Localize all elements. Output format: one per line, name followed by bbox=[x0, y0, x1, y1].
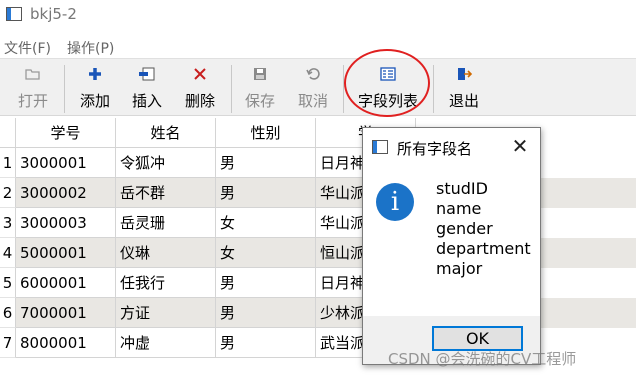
field-name: studID bbox=[436, 179, 488, 198]
field-names-dialog: 所有字段名 ✕ i studID name gender department … bbox=[362, 127, 541, 365]
column-header[interactable]: 姓名 bbox=[116, 118, 216, 148]
cell-id[interactable]: 8000001 bbox=[16, 328, 116, 358]
column-header[interactable]: 性别 bbox=[216, 118, 316, 148]
insert-label: 插入 bbox=[131, 92, 162, 110]
row-header[interactable]: 7 bbox=[0, 328, 16, 358]
cell-name[interactable]: 冲虚 bbox=[116, 328, 216, 358]
row-header[interactable]: 6 bbox=[0, 298, 16, 328]
table-corner[interactable] bbox=[0, 118, 16, 148]
field-name-list: studID name gender department major bbox=[436, 179, 531, 279]
toolbar-separator bbox=[64, 65, 65, 113]
row-header[interactable]: 1 bbox=[0, 148, 16, 178]
cell-name[interactable]: 方证 bbox=[116, 298, 216, 328]
info-icon: i bbox=[376, 183, 414, 221]
table-row[interactable]: 7000001 方证 男 少林派 bbox=[16, 298, 636, 328]
cell-gender[interactable]: 男 bbox=[216, 328, 316, 358]
row-header[interactable]: 2 bbox=[0, 178, 16, 208]
cell-id[interactable]: 3000003 bbox=[16, 208, 116, 238]
save-button[interactable]: 保存 bbox=[237, 63, 283, 113]
open-label: 打开 bbox=[17, 92, 48, 110]
cell-gender[interactable]: 男 bbox=[216, 268, 316, 298]
save-disk-icon bbox=[237, 66, 283, 88]
toolbar-separator bbox=[231, 65, 232, 113]
app-icon bbox=[6, 7, 22, 21]
dialog-body: i studID name gender department major bbox=[363, 166, 540, 316]
row-header[interactable]: 4 bbox=[0, 238, 16, 268]
exit-door-icon bbox=[441, 66, 487, 88]
dialog-title: 所有字段名 bbox=[397, 140, 473, 158]
cell-gender[interactable]: 男 bbox=[216, 178, 316, 208]
cell-id[interactable]: 5000001 bbox=[16, 238, 116, 268]
undo-icon bbox=[290, 66, 336, 88]
table-row[interactable]: 3000003 岳灵珊 女 华山派 bbox=[16, 208, 636, 238]
cell-gender[interactable]: 男 bbox=[216, 148, 316, 178]
cancel-button[interactable]: 取消 bbox=[290, 63, 336, 113]
insert-row-icon bbox=[124, 66, 170, 88]
insert-button[interactable]: 插入 bbox=[124, 63, 170, 113]
delete-label: 删除 bbox=[184, 92, 215, 110]
cell-id[interactable]: 6000001 bbox=[16, 268, 116, 298]
row-header[interactable]: 5 bbox=[0, 268, 16, 298]
table-row[interactable]: 3000002 岳不群 男 华山派 bbox=[16, 178, 636, 208]
cell-id[interactable]: 3000002 bbox=[16, 178, 116, 208]
exit-button[interactable]: 退出 bbox=[441, 63, 487, 113]
menu-bar: 文件(F) 操作(P) bbox=[0, 36, 636, 58]
add-button[interactable]: 添加 bbox=[72, 63, 118, 113]
cancel-label: 取消 bbox=[297, 92, 328, 110]
table-row[interactable]: 6000001 任我行 男 日月神 bbox=[16, 268, 636, 298]
add-label: 添加 bbox=[79, 92, 110, 110]
cell-name[interactable]: 令狐冲 bbox=[116, 148, 216, 178]
dialog-app-icon bbox=[372, 140, 388, 154]
menu-file[interactable]: 文件(F) bbox=[4, 38, 51, 58]
cell-gender[interactable]: 男 bbox=[216, 298, 316, 328]
folder-open-icon bbox=[10, 66, 56, 88]
delete-x-icon bbox=[177, 66, 223, 88]
cell-id[interactable]: 3000001 bbox=[16, 148, 116, 178]
cell-gender[interactable]: 女 bbox=[216, 208, 316, 238]
field-name: major bbox=[436, 259, 483, 278]
plus-icon bbox=[72, 66, 118, 88]
dialog-title-bar[interactable]: 所有字段名 ✕ bbox=[363, 128, 540, 166]
menu-operation[interactable]: 操作(P) bbox=[67, 38, 114, 58]
field-name: name bbox=[436, 199, 482, 218]
annotation-circle bbox=[344, 49, 430, 117]
close-icon[interactable]: ✕ bbox=[508, 134, 532, 158]
open-button[interactable]: 打开 bbox=[10, 63, 56, 113]
save-label: 保存 bbox=[244, 92, 275, 110]
column-header[interactable]: 学号 bbox=[16, 118, 116, 148]
cell-name[interactable]: 岳不群 bbox=[116, 178, 216, 208]
watermark: CSDN @会洗碗的CV工程师 bbox=[388, 350, 577, 368]
table-row[interactable]: 5000001 仪琳 女 恒山派 bbox=[16, 238, 636, 268]
table-row[interactable]: 3000001 令狐冲 男 日月神 bbox=[16, 148, 636, 178]
toolbar-separator bbox=[433, 65, 434, 113]
cell-name[interactable]: 岳灵珊 bbox=[116, 208, 216, 238]
cell-name[interactable]: 任我行 bbox=[116, 268, 216, 298]
cell-gender[interactable]: 女 bbox=[216, 238, 316, 268]
exit-label: 退出 bbox=[448, 92, 479, 110]
cell-id[interactable]: 7000001 bbox=[16, 298, 116, 328]
window-title: bkj5-2 bbox=[30, 5, 77, 23]
title-bar: bkj5-2 bbox=[0, 0, 636, 32]
row-header[interactable]: 3 bbox=[0, 208, 16, 238]
field-name: department bbox=[436, 239, 531, 258]
cell-name[interactable]: 仪琳 bbox=[116, 238, 216, 268]
field-name: gender bbox=[436, 219, 493, 238]
delete-button[interactable]: 删除 bbox=[177, 63, 223, 113]
toolbar: 打开 添加 插入 删除 保存 取消 字段列表 退出 bbox=[0, 58, 636, 116]
